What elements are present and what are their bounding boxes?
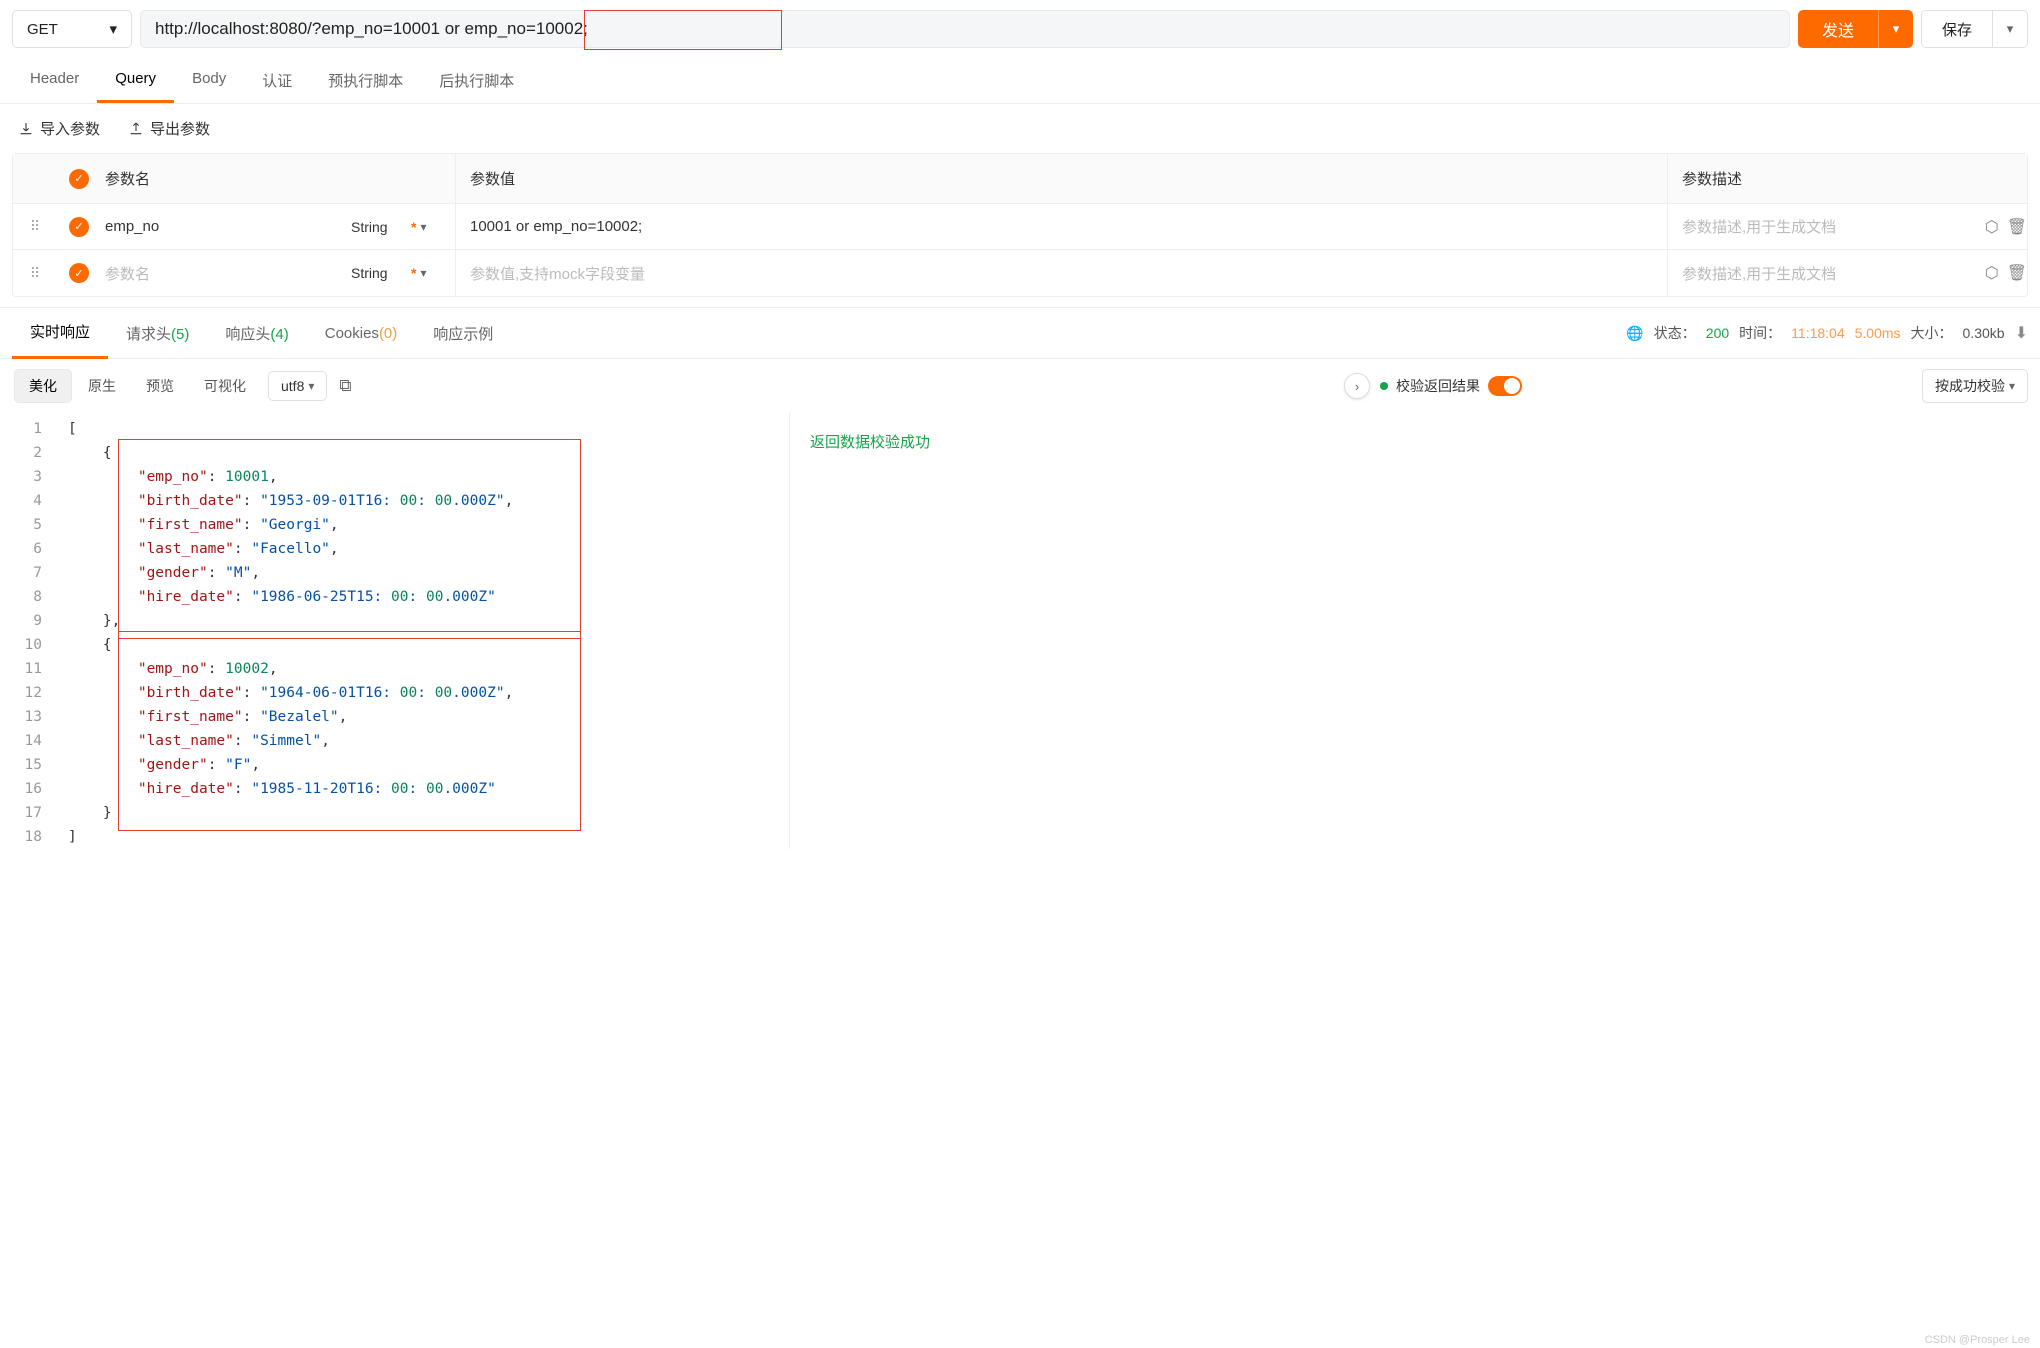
download-icon[interactable]: ⬇ (2015, 323, 2028, 343)
param-actions: 导入参数 导出参数 (0, 104, 2040, 153)
validate-block: › 校验返回结果 (1344, 373, 1522, 399)
param-desc-cell: 参数描述,用于生成文档 ⬡ 🗑 (1667, 204, 2027, 249)
view-pretty[interactable]: 美化 (14, 369, 72, 403)
validate-label: 校验返回结果 (1396, 376, 1480, 396)
validate-toggle[interactable] (1488, 376, 1522, 396)
watermark: CSDN @Prosper Lee (1925, 1334, 2030, 1346)
chevron-down-icon: ▾ (2009, 379, 2015, 393)
import-params[interactable]: 导入参数 (18, 118, 100, 139)
export-params[interactable]: 导出参数 (128, 118, 210, 139)
param-name-input[interactable]: 参数名 (101, 263, 351, 284)
copy-icon[interactable]: ⧉ (339, 376, 351, 396)
tab-body[interactable]: Body (174, 58, 244, 103)
drag-handle-icon[interactable]: ⠿ (13, 265, 57, 282)
url-input[interactable]: http://localhost:8080/?emp_no=10001 or e… (140, 10, 1790, 48)
response-tabs: 实时响应 请求头(5) 响应头(4) Cookies(0) 响应示例 🌐 状态：… (0, 307, 2040, 359)
validate-by-select[interactable]: 按成功校验 ▾ (1922, 369, 2028, 403)
view-raw[interactable]: 原生 (74, 370, 130, 402)
param-desc-cell: 参数描述,用于生成文档 ⬡ 🗑 (1667, 250, 2027, 296)
code-area[interactable]: 123456789101112131415161718 [ { "emp_no"… (0, 413, 790, 849)
line-gutter: 123456789101112131415161718 (0, 413, 68, 849)
send-button-group: 发送 ▾ (1798, 10, 1913, 48)
rtab-realtime[interactable]: 实时响应 (12, 307, 108, 359)
url-value: http://localhost:8080/?emp_no=10001 or e… (155, 19, 588, 39)
method-value: GET (27, 21, 58, 38)
header-value: 参数值 (455, 154, 1667, 203)
response-body: 123456789101112131415161718 [ { "emp_no"… (0, 413, 2040, 849)
check-all[interactable]: ✓ (69, 169, 89, 189)
duration: 5.00ms (1855, 325, 1901, 341)
tab-postscript[interactable]: 后执行脚本 (421, 58, 532, 103)
send-button[interactable]: 发送 (1798, 10, 1879, 48)
param-header-row: ✓ 参数名 参数值 参数描述 (13, 154, 2027, 204)
request-tabs: Header Query Body 认证 预执行脚本 后执行脚本 (0, 58, 2040, 104)
check[interactable]: ✓ (69, 263, 89, 283)
encoding-select[interactable]: utf8▾ (268, 371, 327, 401)
upload-icon (128, 121, 144, 137)
chevron-right-icon[interactable]: › (1344, 373, 1370, 399)
drag-handle-icon[interactable]: ⠿ (13, 218, 57, 235)
send-dropdown[interactable]: ▾ (1879, 10, 1913, 48)
status-code: 200 (1706, 325, 1729, 341)
tab-prescript[interactable]: 预执行脚本 (310, 58, 421, 103)
rtab-req-headers[interactable]: 请求头(5) (108, 309, 207, 358)
cube-icon[interactable]: ⬡ (1985, 217, 1999, 237)
param-desc-input[interactable]: 参数描述,用于生成文档 (1682, 216, 1977, 237)
status-dot-icon (1380, 382, 1388, 390)
globe-icon: 🌐 (1626, 325, 1643, 342)
chevron-down-icon: ▾ (308, 379, 314, 393)
size-value: 0.30kb (1963, 325, 2005, 341)
method-select[interactable]: GET ▾ (12, 10, 132, 48)
tab-header[interactable]: Header (12, 58, 97, 103)
rtab-resp-headers[interactable]: 响应头(4) (207, 309, 306, 358)
header-name: 参数名 (101, 168, 351, 189)
param-value-input[interactable]: 10001 or emp_no=10002; (455, 204, 1667, 249)
required-icon: * (411, 219, 416, 235)
code-content: [ { "emp_no": 10001, "birth_date": "1953… (68, 413, 789, 849)
response-status: 🌐 状态： 200 时间： 11:18:04 5.00ms 大小： 0.30kb… (1626, 323, 2028, 343)
param-type: String (351, 265, 411, 281)
param-row: ⠿ ✓ emp_no String * ▾ 10001 or emp_no=100… (13, 204, 2027, 250)
tab-auth[interactable]: 认证 (244, 58, 310, 103)
save-dropdown[interactable]: ▾ (1993, 11, 2027, 47)
param-name-input[interactable]: emp_no (101, 218, 351, 235)
time-value: 11:18:04 (1791, 325, 1844, 341)
param-desc-input[interactable]: 参数描述,用于生成文档 (1682, 263, 1977, 284)
rtab-example[interactable]: 响应示例 (415, 309, 511, 358)
download-icon (18, 121, 34, 137)
rtab-cookies[interactable]: Cookies(0) (307, 311, 416, 356)
delete-icon[interactable]: 🗑 (2007, 263, 2027, 283)
response-toolbar: 美化 原生 预览 可视化 utf8▾ ⧉ › 校验返回结果 按成功校验 ▾ (0, 359, 2040, 413)
check[interactable]: ✓ (69, 217, 89, 237)
param-type: String (351, 219, 411, 235)
param-value-input[interactable]: 参数值,支持mock字段变量 (455, 250, 1667, 296)
save-button-group: 保存 ▾ (1921, 10, 2028, 48)
chevron-down-icon: ▾ (109, 20, 117, 38)
chevron-down-icon[interactable]: ▾ (420, 220, 426, 234)
header-desc: 参数描述 (1667, 154, 2027, 203)
validation-result: 返回数据校验成功 (790, 413, 2040, 849)
required-icon: * (411, 265, 416, 281)
save-button[interactable]: 保存 (1922, 11, 1993, 47)
annotation-box (584, 10, 782, 50)
cube-icon[interactable]: ⬡ (1985, 263, 1999, 283)
delete-icon[interactable]: 🗑 (2007, 217, 2027, 237)
view-visual[interactable]: 可视化 (190, 370, 260, 402)
tab-query[interactable]: Query (97, 58, 174, 103)
param-table: ✓ 参数名 参数值 参数描述 ⠿ ✓ emp_no String * ▾ 1000… (12, 153, 2028, 297)
request-bar: GET ▾ http://localhost:8080/?emp_no=1000… (0, 0, 2040, 58)
view-preview[interactable]: 预览 (132, 370, 188, 402)
chevron-down-icon[interactable]: ▾ (420, 266, 426, 280)
param-row: ⠿ ✓ 参数名 String * ▾ 参数值,支持mock字段变量 参数描述,用于… (13, 250, 2027, 296)
